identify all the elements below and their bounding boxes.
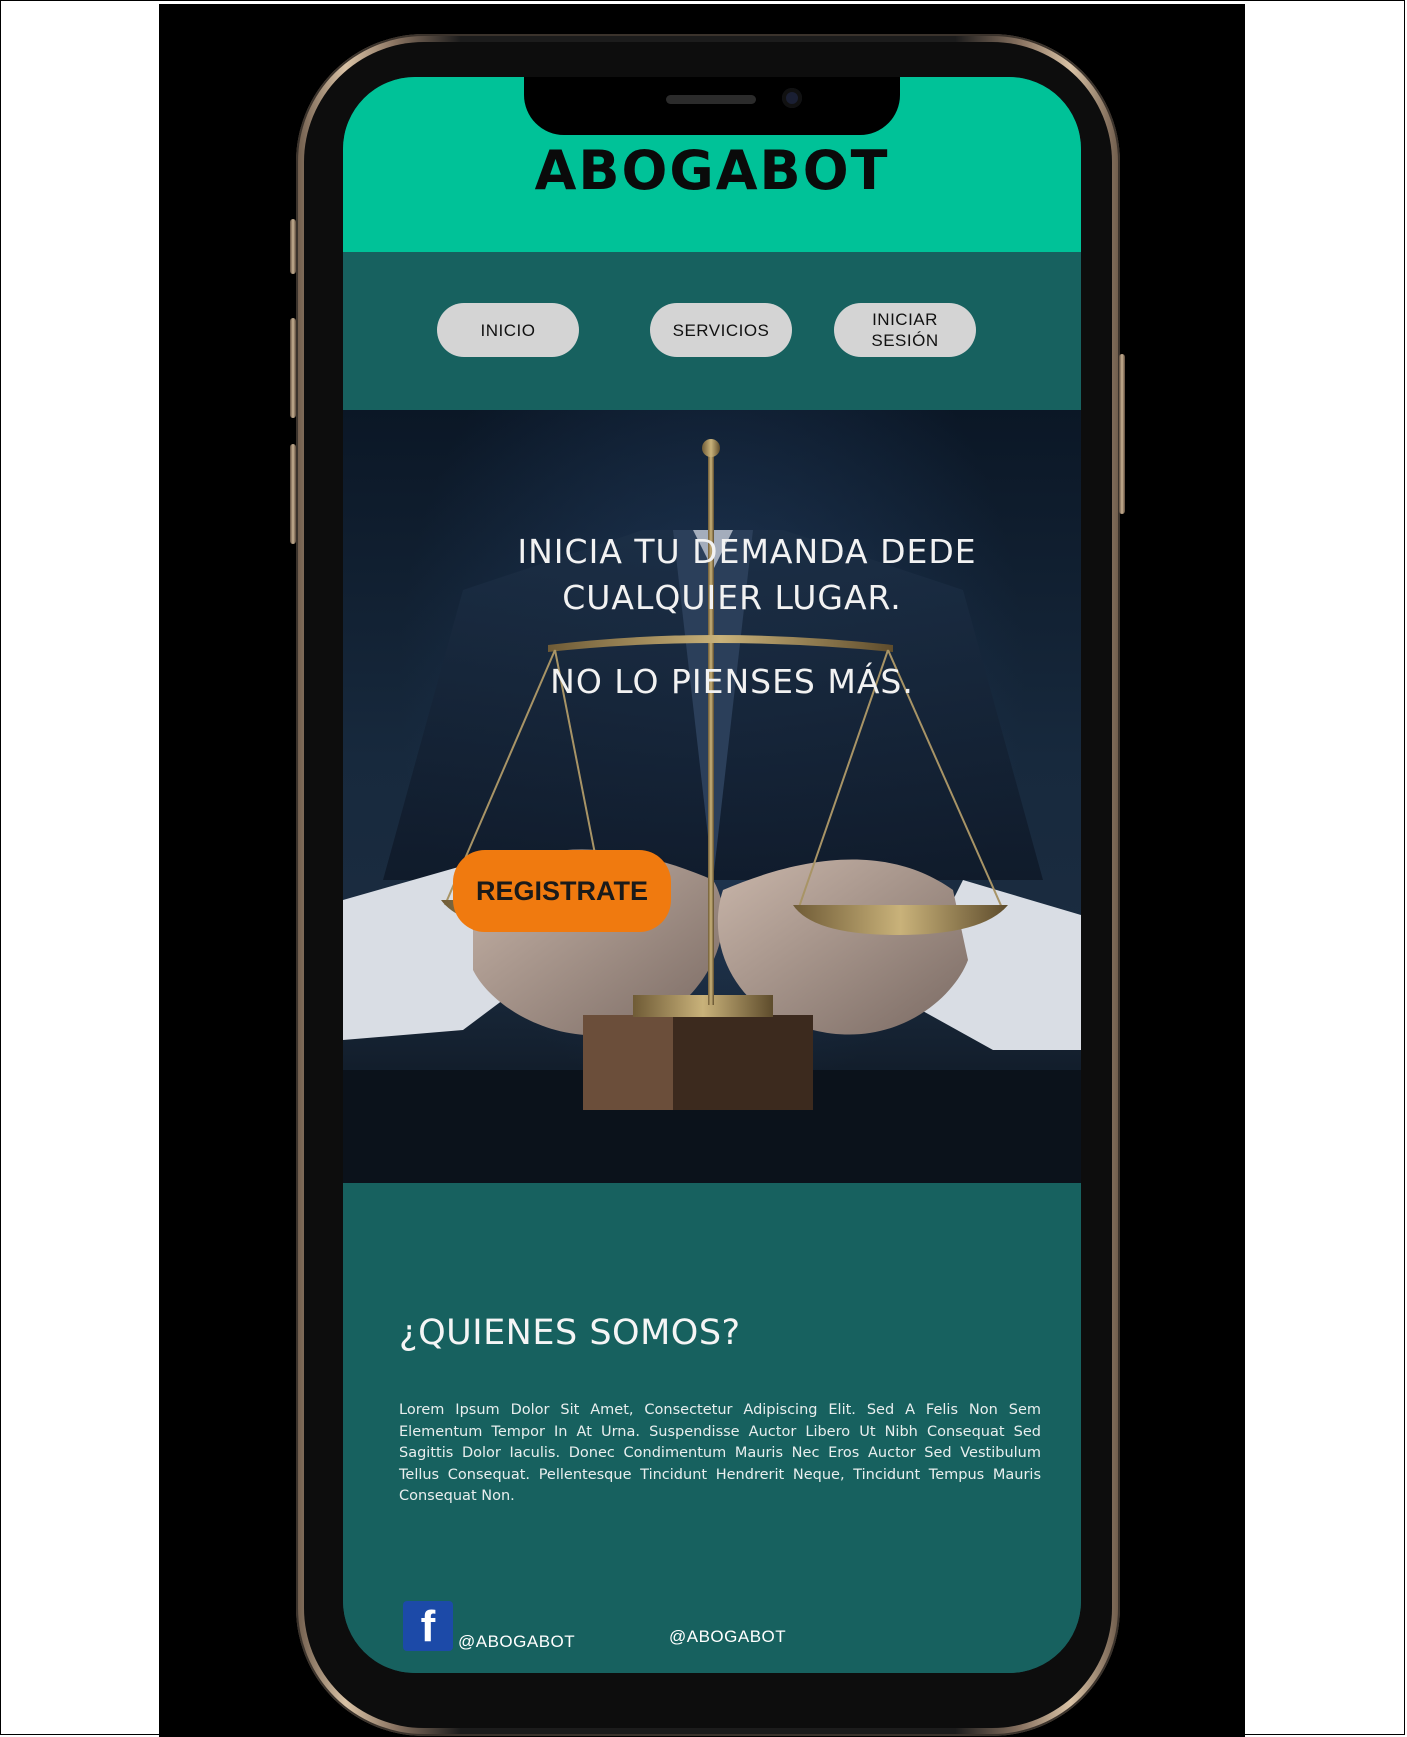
scales-of-justice-image (343, 439, 1081, 1183)
facebook-icon[interactable]: f (403, 1601, 453, 1651)
hero-subheadline: NO LO PIENSES MÁS. (550, 662, 914, 701)
phone-volume-up-button (290, 318, 296, 418)
speaker-grille (666, 95, 756, 104)
nav-inicio-button[interactable]: INICIO (437, 303, 579, 357)
about-section: ¿QUIENES SOMOS? Lorem Ipsum Dolor Sit Am… (343, 1183, 1081, 1673)
nav-iniciar-sesion-button[interactable]: INICIAR SESIÓN (834, 303, 976, 357)
nav-bar: INICIO SERVICIOS INICIAR SESIÓN (343, 252, 1081, 410)
about-title: ¿QUIENES SOMOS? (399, 1313, 741, 1353)
phone-volume-down-button (290, 444, 296, 544)
nav-servicios-button[interactable]: SERVICIOS (650, 303, 792, 357)
social-handle-link[interactable]: @ABOGABOT (669, 1627, 786, 1647)
about-body: Lorem Ipsum Dolor Sit Amet, Consectetur … (399, 1402, 1041, 1504)
brand-logo-text: ABOGABOT (534, 139, 890, 202)
hero-headline-line2: CUALQUIER LUGAR. (562, 578, 902, 617)
phone-notch (524, 77, 900, 135)
hero-banner: INICIA TU DEMANDA DEDE CUALQUIER LUGAR. … (343, 410, 1081, 1183)
hero-headline-line1: INICIA TU DEMANDA DEDE (517, 532, 977, 571)
phone-power-button (1119, 354, 1125, 514)
camera-icon (782, 88, 802, 108)
facebook-handle-link[interactable]: @ABOGABOT (458, 1632, 575, 1652)
hero-headline: INICIA TU DEMANDA DEDE CUALQUIER LUGAR. (343, 529, 1081, 621)
phone-screen: ABOGABOT INICIO SERVICIOS INICIAR SESIÓN (343, 77, 1081, 1673)
presentation-stage: ABOGABOT INICIO SERVICIOS INICIAR SESIÓN (159, 4, 1245, 1737)
register-button[interactable]: REGISTRATE (453, 850, 671, 932)
phone-side-button (290, 219, 296, 274)
